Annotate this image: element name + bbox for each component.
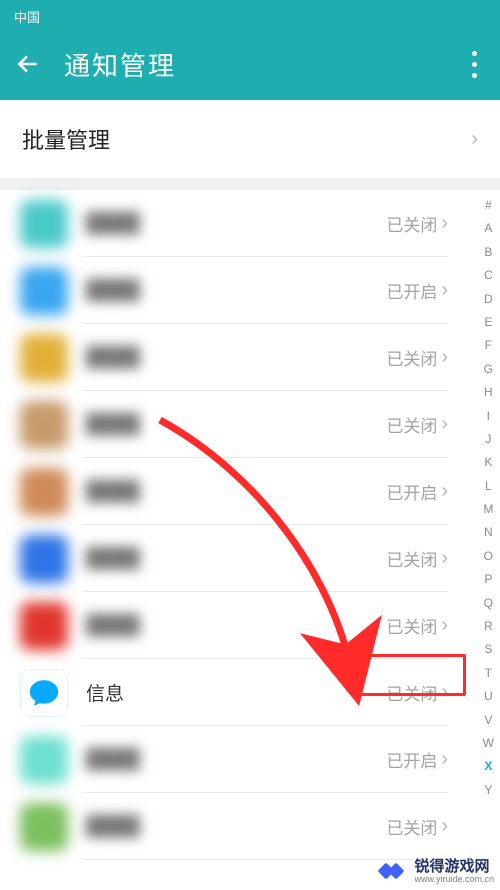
app-state-label: 已关闭 — [386, 814, 437, 839]
watermark-text-cn: 锐得游戏网 — [414, 859, 494, 875]
status-bar: 中国 — [0, 0, 500, 28]
chevron-right-icon: › — [441, 212, 448, 235]
index-letter[interactable]: K — [484, 451, 492, 474]
app-name-label: ████ — [86, 414, 386, 436]
dot-icon — [472, 73, 477, 78]
app-row[interactable]: ████已开启› — [0, 257, 462, 324]
chevron-right-icon: › — [441, 681, 448, 704]
index-letter[interactable]: L — [485, 475, 492, 498]
app-state-label: 已开启 — [386, 747, 437, 772]
carrier-label: 中国 — [14, 7, 40, 26]
index-letter[interactable]: M — [483, 498, 493, 521]
alphabet-index[interactable]: #ABCDEFGHIJKLMNOPQRSTUVWXY — [483, 194, 494, 802]
index-letter[interactable]: R — [484, 615, 493, 638]
app-name-label: 信息 — [86, 679, 386, 706]
app-row[interactable]: ████已关闭› — [0, 592, 462, 659]
app-name-label: ████ — [86, 213, 386, 235]
app-name-label: ████ — [86, 280, 386, 302]
chevron-right-icon: › — [441, 748, 448, 771]
app-row[interactable]: ████已开启› — [0, 726, 462, 793]
app-list[interactable]: ████已关闭›████已开启›████已关闭›████已关闭›████已开启›… — [0, 190, 500, 860]
chevron-right-icon: › — [441, 547, 448, 570]
page-title: 通知管理 — [64, 46, 462, 83]
app-row[interactable]: 信息已关闭› — [0, 659, 462, 726]
more-menu-button[interactable] — [462, 44, 486, 84]
app-row[interactable]: ████已关闭› — [0, 525, 462, 592]
app-name-label: ████ — [86, 816, 386, 838]
app-state-label: 已关闭 — [386, 613, 437, 638]
app-icon — [20, 468, 68, 516]
watermark-text-en: www.yiruide.com.cn — [414, 875, 494, 884]
index-letter[interactable]: A — [484, 217, 492, 240]
index-letter[interactable]: C — [484, 264, 493, 287]
back-arrow-icon — [15, 51, 41, 77]
chevron-right-icon: › — [441, 480, 448, 503]
app-list-wrap: ████已关闭›████已开启›████已关闭›████已关闭›████已开启›… — [0, 190, 500, 860]
index-letter[interactable]: F — [485, 334, 492, 357]
index-letter[interactable]: Y — [484, 779, 492, 802]
app-icon — [20, 535, 68, 583]
index-letter[interactable]: V — [484, 709, 492, 732]
index-letter[interactable]: # — [485, 194, 492, 217]
watermark: 锐得游戏网 www.yiruide.com.cn — [380, 859, 494, 884]
app-icon — [20, 401, 68, 449]
batch-label: 批量管理 — [22, 123, 110, 155]
app-state-label: 已开启 — [386, 479, 437, 504]
app-bar: 通知管理 — [0, 28, 500, 100]
app-row[interactable]: ████已开启› — [0, 458, 462, 525]
app-state-label: 已开启 — [386, 278, 437, 303]
app-name-label: ████ — [86, 481, 386, 503]
app-row[interactable]: ████已关闭› — [0, 391, 462, 458]
app-name-label: ████ — [86, 749, 386, 771]
app-icon — [20, 334, 68, 382]
index-letter[interactable]: E — [484, 311, 492, 334]
back-button[interactable] — [14, 50, 42, 78]
app-name-label: ████ — [86, 615, 386, 637]
app-state-label: 已关闭 — [386, 680, 437, 705]
app-icon — [20, 669, 68, 717]
index-letter[interactable]: J — [485, 428, 491, 451]
chevron-right-icon: › — [441, 279, 448, 302]
app-icon — [20, 267, 68, 315]
app-state-label: 已关闭 — [386, 345, 437, 370]
app-state-label: 已关闭 — [386, 211, 437, 236]
index-letter[interactable]: O — [484, 545, 493, 568]
index-letter[interactable]: N — [484, 521, 493, 544]
chevron-right-icon: › — [471, 128, 478, 151]
app-name-label: ████ — [86, 548, 386, 570]
index-letter[interactable]: X — [484, 755, 492, 778]
index-letter[interactable]: P — [484, 568, 492, 591]
index-letter[interactable]: W — [483, 732, 494, 755]
app-row[interactable]: ████已关闭› — [0, 190, 462, 257]
app-row[interactable]: ████已关闭› — [0, 324, 462, 391]
app-icon — [20, 803, 68, 851]
index-letter[interactable]: G — [484, 358, 493, 381]
watermark-logo-icon — [380, 861, 408, 881]
index-letter[interactable]: T — [485, 662, 492, 685]
section-divider — [0, 178, 500, 190]
index-letter[interactable]: B — [484, 241, 492, 264]
app-name-label: ████ — [86, 347, 386, 369]
app-icon — [20, 200, 68, 248]
chevron-right-icon: › — [441, 815, 448, 838]
dot-icon — [472, 51, 477, 56]
dot-icon — [472, 62, 477, 67]
app-row[interactable]: ████已关闭› — [0, 793, 462, 860]
chevron-right-icon: › — [441, 614, 448, 637]
index-letter[interactable]: I — [487, 405, 490, 428]
message-icon — [27, 676, 61, 710]
chevron-right-icon: › — [441, 413, 448, 436]
chevron-right-icon: › — [441, 346, 448, 369]
app-state-label: 已关闭 — [386, 546, 437, 571]
index-letter[interactable]: S — [484, 638, 492, 661]
index-letter[interactable]: Q — [484, 592, 493, 615]
index-letter[interactable]: D — [484, 288, 493, 311]
app-icon — [20, 602, 68, 650]
app-state-label: 已关闭 — [386, 412, 437, 437]
index-letter[interactable]: U — [484, 685, 493, 708]
index-letter[interactable]: H — [484, 381, 493, 404]
app-icon — [20, 736, 68, 784]
batch-manage-row[interactable]: 批量管理 › — [0, 100, 500, 178]
